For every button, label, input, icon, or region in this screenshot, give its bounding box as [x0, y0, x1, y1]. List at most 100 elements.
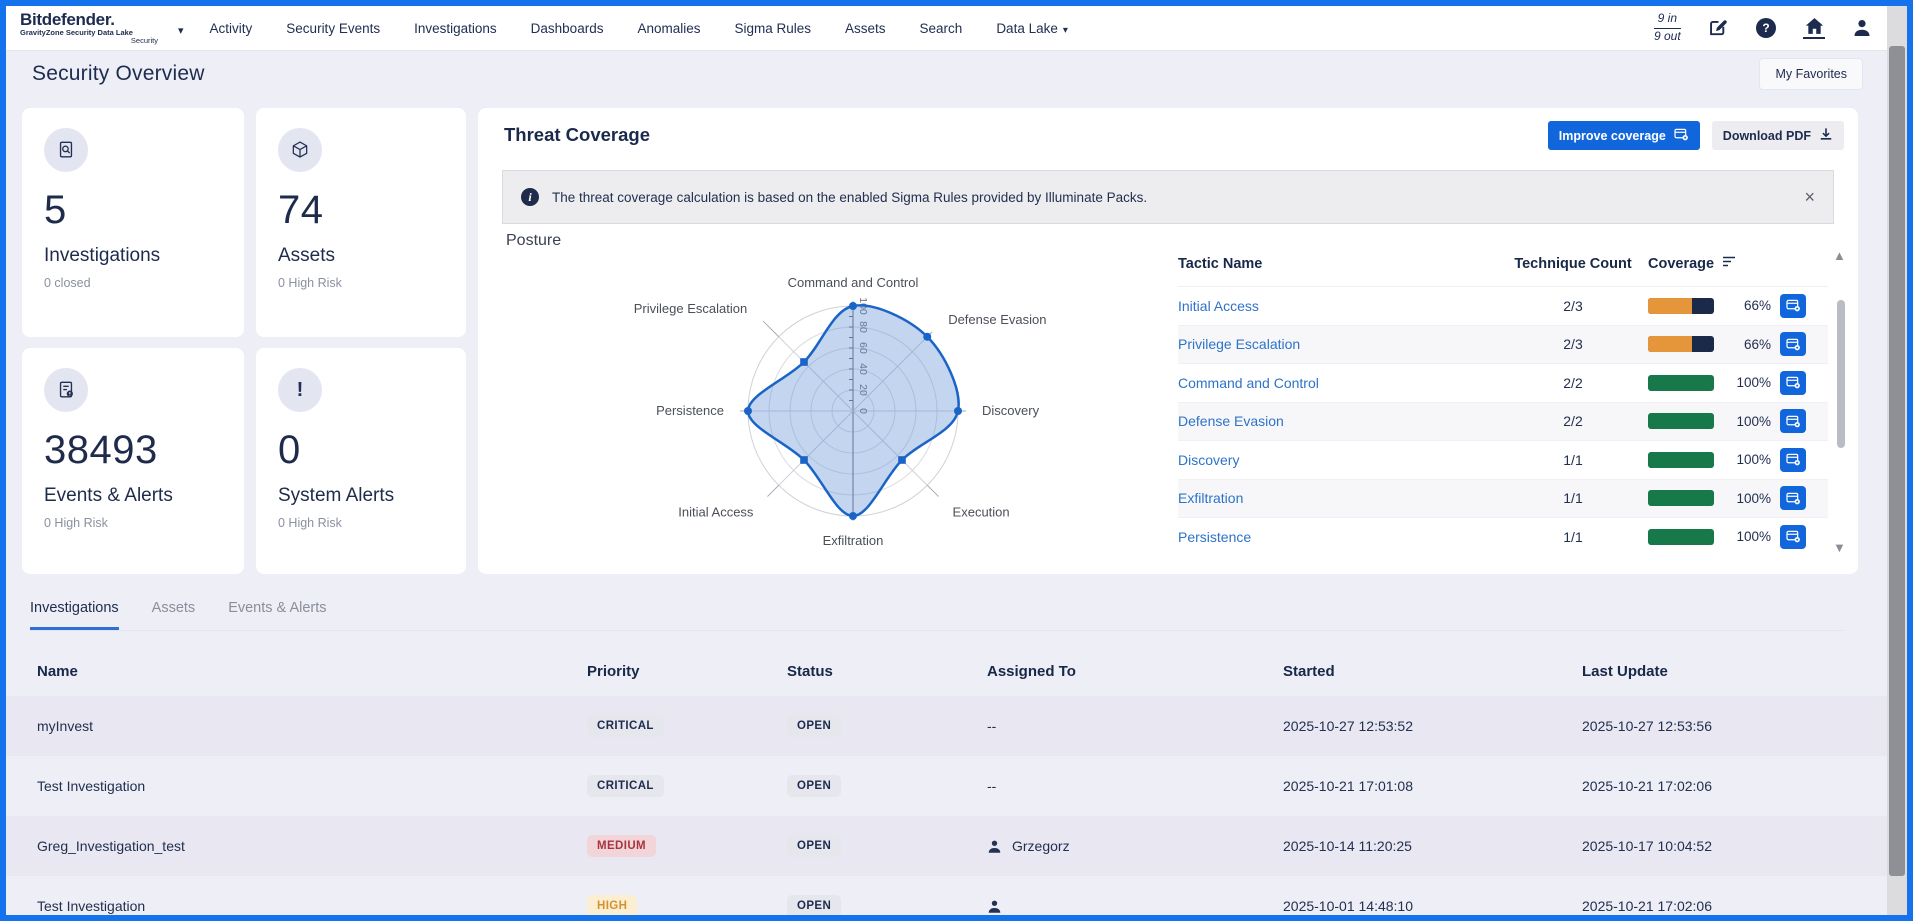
- window-scrollbar-thumb[interactable]: [1889, 46, 1905, 876]
- document-alert-icon: [44, 368, 88, 412]
- status-badge: OPEN: [787, 715, 841, 737]
- tactic-link[interactable]: Initial Access: [1178, 298, 1498, 314]
- tactic-link[interactable]: Command and Control: [1178, 375, 1498, 391]
- improve-coverage-button[interactable]: Improve coverage: [1548, 121, 1700, 150]
- tactic-coverage-table: Tactic Name Technique Count Coverage Ini…: [1178, 248, 1828, 556]
- topbar-right: 9 in 9 out ?: [1654, 11, 1873, 44]
- investigation-row[interactable]: Test InvestigationHIGHOPEN2025-10-01 14:…: [6, 876, 1887, 921]
- investigations-sub: 0 closed: [44, 276, 222, 290]
- tactic-table-header: Tactic Name Technique Count Coverage: [1178, 248, 1828, 286]
- system-alerts-count: 0: [278, 428, 444, 473]
- sigma-rules-button[interactable]: [1780, 486, 1806, 510]
- tactic-link[interactable]: Persistence: [1178, 529, 1498, 545]
- events-alerts-stat-card[interactable]: 38493 Events & Alerts 0 High Risk: [22, 348, 244, 574]
- threat-coverage-title: Threat Coverage: [504, 124, 650, 146]
- system-alerts-sub: 0 High Risk: [278, 516, 444, 530]
- assets-stat-card[interactable]: 74 Assets 0 High Risk: [256, 108, 466, 337]
- investigation-row[interactable]: myInvestCRITICALOPEN--2025-10-27 12:53:5…: [6, 696, 1887, 756]
- tab-assets[interactable]: Assets: [152, 600, 196, 630]
- updated-timestamp: 2025-10-21 17:02:06: [1582, 898, 1887, 914]
- tactic-link[interactable]: Discovery: [1178, 452, 1498, 468]
- nav-item-anomalies[interactable]: Anomalies: [637, 21, 700, 36]
- sigma-rules-button[interactable]: [1780, 525, 1806, 549]
- sigma-rules-button[interactable]: [1780, 294, 1806, 318]
- investigations-label: Investigations: [44, 245, 222, 267]
- tactic-row: Discovery1/1100%: [1178, 440, 1828, 479]
- updated-timestamp: 2025-10-21 17:02:06: [1582, 778, 1887, 794]
- user-icon[interactable]: [1851, 17, 1873, 39]
- tactic-link[interactable]: Exfiltration: [1178, 490, 1498, 506]
- exclamation-icon: !: [278, 368, 322, 412]
- home-icon[interactable]: [1803, 17, 1825, 39]
- coverage-percent: 100%: [1723, 491, 1771, 506]
- user-icon: [987, 839, 1002, 854]
- system-alerts-stat-card[interactable]: ! 0 System Alerts 0 High Risk: [256, 348, 466, 574]
- tactic-row: Persistence1/1100%: [1178, 517, 1828, 556]
- investigation-name: Test Investigation: [37, 898, 587, 914]
- window-scrollbar[interactable]: [1887, 6, 1907, 915]
- table-scrollbar-thumb[interactable]: [1837, 300, 1845, 448]
- info-icon: i: [521, 188, 539, 206]
- col-started: Started: [1283, 663, 1582, 680]
- help-icon[interactable]: ?: [1755, 17, 1777, 39]
- brand-name: Bitdefender.: [20, 11, 172, 29]
- events-alerts-count: 38493: [44, 428, 222, 473]
- investigations-table: NamePriorityStatusAssigned ToStartedLast…: [6, 646, 1887, 921]
- sigma-rules-button[interactable]: [1780, 409, 1806, 433]
- table-scroll-up-icon[interactable]: ▲: [1833, 248, 1846, 263]
- events-alerts-sub: 0 High Risk: [44, 516, 222, 530]
- tactic-link[interactable]: Defense Evasion: [1178, 413, 1498, 429]
- compose-icon[interactable]: [1707, 17, 1729, 39]
- started-timestamp: 2025-10-14 11:20:25: [1283, 838, 1582, 854]
- nav-items: Activity Security Events Investigations Das…: [210, 21, 1068, 36]
- col-last-update: Last Update: [1582, 663, 1887, 680]
- download-pdf-button[interactable]: Download PDF: [1712, 121, 1844, 150]
- coverage-percent: 100%: [1723, 452, 1771, 467]
- assigned-empty: --: [987, 778, 996, 794]
- coverage-bar: [1648, 298, 1714, 314]
- brand-edition: Security: [20, 37, 172, 45]
- session-in: 9 in: [1654, 11, 1681, 29]
- assets-count: 74: [278, 188, 444, 233]
- session-out: 9 out: [1654, 29, 1681, 43]
- sigma-rules-button[interactable]: [1780, 371, 1806, 395]
- close-icon[interactable]: ×: [1804, 188, 1815, 206]
- technique-count: 2/3: [1498, 336, 1648, 352]
- nav-item-assets[interactable]: Assets: [845, 21, 886, 36]
- my-favorites-button[interactable]: My Favorites: [1759, 58, 1863, 90]
- nav-item-sigma-rules[interactable]: Sigma Rules: [734, 21, 811, 36]
- svg-text:Persistence: Persistence: [656, 403, 724, 418]
- investigations-count: 5: [44, 188, 222, 233]
- investigations-stat-card[interactable]: 5 Investigations 0 closed: [22, 108, 244, 337]
- nav-item-search[interactable]: Search: [920, 21, 963, 36]
- started-timestamp: 2025-10-01 14:48:10: [1283, 898, 1582, 914]
- coverage-percent: 100%: [1723, 414, 1771, 429]
- tactic-row: Command and Control2/2100%: [1178, 363, 1828, 402]
- nav-item-dashboards[interactable]: Dashboards: [531, 21, 604, 36]
- chevron-down-icon[interactable]: ▾: [178, 24, 184, 37]
- nav-item-investigations[interactable]: Investigations: [414, 21, 497, 36]
- investigation-row[interactable]: Test InvestigationCRITICALOPEN--2025-10-…: [6, 756, 1887, 816]
- nav-item-security-events[interactable]: Security Events: [286, 21, 380, 36]
- investigation-row[interactable]: Greg_Investigation_testMEDIUMOPENGrzegor…: [6, 816, 1887, 876]
- session-counter[interactable]: 9 in 9 out: [1654, 11, 1681, 44]
- sigma-rules-button[interactable]: [1780, 332, 1806, 356]
- col-priority: Priority: [587, 663, 787, 680]
- nav-item-data-lake[interactable]: Data Lake▾: [996, 21, 1068, 36]
- bitdefender-logo[interactable]: Bitdefender. GravityZone Security Data L…: [20, 11, 172, 45]
- tab-investigations[interactable]: Investigations: [30, 600, 119, 630]
- tab-events-alerts[interactable]: Events & Alerts: [228, 600, 326, 630]
- tactic-link[interactable]: Privilege Escalation: [1178, 336, 1498, 352]
- events-alerts-label: Events & Alerts: [44, 485, 222, 507]
- coverage-percent: 66%: [1723, 337, 1771, 352]
- document-search-icon: [44, 128, 88, 172]
- tactic-row: Initial Access2/366%: [1178, 286, 1828, 325]
- svg-text:Privilege Escalation: Privilege Escalation: [634, 301, 747, 316]
- nav-item-activity[interactable]: Activity: [210, 21, 253, 36]
- started-timestamp: 2025-10-27 12:53:52: [1283, 718, 1582, 734]
- table-scroll-down-icon[interactable]: ▼: [1833, 540, 1846, 555]
- coverage-bar: [1648, 375, 1714, 391]
- sort-icon[interactable]: [1722, 256, 1736, 272]
- technique-count: 1/1: [1498, 490, 1648, 506]
- sigma-rules-button[interactable]: [1780, 448, 1806, 472]
